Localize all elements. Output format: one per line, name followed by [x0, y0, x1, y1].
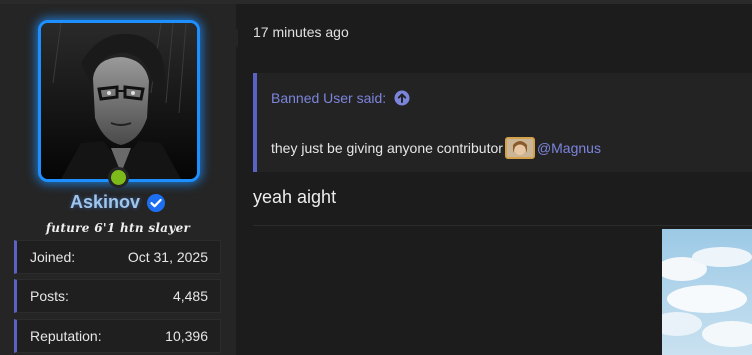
user-avatar[interactable] — [38, 20, 200, 182]
avatar-image — [41, 23, 197, 179]
mention-avatar-image — [506, 139, 533, 157]
stat-joined: Joined: Oct 31, 2025 — [14, 240, 221, 274]
stat-value: 10,396 — [165, 328, 208, 344]
username-row: Askinov — [0, 192, 236, 213]
post-arrow — [228, 28, 238, 48]
stat-value: Oct 31, 2025 — [127, 249, 208, 265]
quote-text: they just be giving anyone contributor — [271, 140, 503, 156]
quote-block: Banned User said: they just be giving an… — [253, 73, 752, 172]
stat-label: Posts: — [30, 288, 69, 304]
post-content: 17 minutes ago Banned User said: they ju… — [238, 4, 752, 355]
reply-text: yeah aight — [253, 187, 337, 207]
verified-badge-icon — [147, 193, 166, 212]
user-title: future 6'1 htn slayer — [45, 221, 191, 235]
stat-label: Joined: — [30, 249, 76, 265]
content-divider — [253, 225, 752, 226]
quote-author[interactable]: Banned User said: — [271, 90, 386, 106]
sky-clouds-image — [662, 229, 752, 355]
attached-image[interactable] — [662, 229, 752, 355]
online-status-indicator — [108, 167, 129, 188]
stat-label: Reputation: — [30, 328, 102, 344]
user-mention[interactable]: @Magnus — [537, 140, 601, 156]
mention-avatar — [504, 137, 535, 159]
stat-value: 4,485 — [172, 288, 208, 304]
stat-reputation: Reputation: 10,396 — [14, 319, 221, 353]
username-link[interactable]: Askinov — [70, 192, 140, 213]
post-timestamp[interactable]: 17 minutes ago — [253, 24, 349, 40]
stat-posts: Posts: 4,485 — [14, 279, 221, 313]
quote-header[interactable]: Banned User said: — [271, 90, 410, 106]
quote-body: they just be giving anyone contributor @… — [271, 137, 601, 159]
arrow-up-circle-icon[interactable] — [394, 90, 410, 106]
user-panel: Askinov future 6'1 htn slayer Joined: Oc… — [0, 4, 236, 355]
